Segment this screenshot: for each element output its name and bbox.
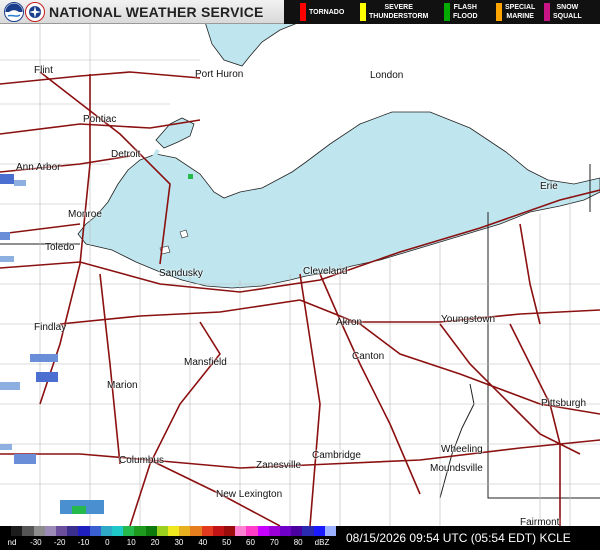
scale-tick-label: -30: [30, 538, 42, 547]
city-label-youngstown: Youngstown: [441, 314, 496, 325]
legend-item-flash-flood: FLASH FLOOD: [440, 0, 492, 24]
scale-swatch: [257, 526, 269, 536]
scale-swatch: [168, 526, 180, 536]
legend-label: TORNADO: [309, 9, 345, 16]
city-label-moundsville: Moundsville: [430, 463, 483, 474]
legend-label: FLASH FLOOD: [453, 4, 478, 20]
scale-tick-label: dBZ: [314, 538, 330, 547]
scale-swatch: [190, 526, 202, 536]
city-label-mansfield: Mansfield: [184, 357, 227, 368]
scale-tick-label: -20: [53, 538, 66, 547]
city-label-cambridge: Cambridge: [312, 450, 361, 461]
city-label-columbus: Columbus: [119, 455, 165, 466]
scale-tick-label: nd: [7, 538, 17, 547]
scale-tick-label: -10: [77, 538, 90, 547]
scale-tick-label: 70: [269, 538, 279, 547]
city-label-pontiac: Pontiac: [83, 114, 117, 125]
scale-swatch: [201, 526, 213, 536]
scale-swatch: [123, 526, 135, 536]
noaa-logo-icon: [4, 2, 24, 22]
city-label-detroit: Detroit: [111, 149, 141, 160]
scale-swatch: [44, 526, 57, 536]
reflectivity-color-bar: [0, 526, 337, 536]
city-label-cleveland: Cleveland: [303, 266, 348, 277]
scale-swatch: [224, 526, 236, 536]
scale-swatch: [11, 526, 23, 536]
scale-swatch: [112, 526, 124, 536]
legend-label: SNOW SQUALL: [553, 4, 582, 20]
nws-logo-icon: [25, 2, 45, 22]
scale-tick-label: 0: [105, 538, 110, 547]
scale-swatch: [0, 526, 12, 536]
city-label-sandusky: Sandusky: [159, 268, 203, 279]
scale-swatch: [212, 526, 225, 536]
city-label-ann-arbor: Ann Arbor: [16, 162, 61, 173]
scale-swatch: [67, 526, 79, 536]
scale-swatch: [56, 526, 68, 536]
scale-tick-label: 80: [293, 538, 303, 547]
scale-swatch: [179, 526, 191, 536]
agency-name: NATIONAL WEATHER SERVICE: [49, 4, 264, 20]
city-label-fairmont: Fairmont: [520, 517, 560, 526]
scale-tick-label: 40: [198, 538, 208, 547]
scale-tick-label: 20: [150, 538, 160, 547]
city-label-flint: Flint: [34, 65, 53, 76]
scale-swatch: [33, 526, 45, 536]
city-label-new-lexington: New Lexington: [216, 489, 283, 500]
scale-swatch: [280, 526, 292, 536]
scale-swatch: [134, 526, 146, 536]
radar-map[interactable]: Flint Port Huron London Pontiac Detroit …: [0, 24, 600, 526]
scale-swatch: [246, 526, 258, 536]
scale-swatch: [78, 526, 90, 536]
legend-swatch: [444, 3, 450, 21]
city-label-findlay: Findlay: [34, 322, 67, 333]
scale-swatch: [268, 526, 281, 536]
warning-legend: TORNADO SEVERE THUNDERSTORM FLASH FLOOD SPECI…: [284, 0, 600, 24]
scale-swatch: [235, 526, 247, 536]
scale-swatch: [156, 526, 169, 536]
scale-swatch: [89, 526, 101, 536]
scale-tick-label: 10: [126, 538, 136, 547]
scale-swatch: [302, 526, 314, 536]
city-label-zanesville: Zanesville: [256, 460, 302, 471]
city-label-pittsburgh: Pittsburgh: [541, 398, 587, 409]
city-label-london: London: [370, 70, 404, 81]
legend-label: SEVERE THUNDERSTORM: [369, 4, 429, 20]
legend-swatch: [544, 3, 550, 21]
scale-swatch: [22, 526, 34, 536]
scale-swatch: [313, 526, 325, 536]
scan-timestamp: 08/15/2026 09:54 UTC (05:54 EDT) KCLE: [346, 531, 571, 545]
agency-banner[interactable]: NATIONAL WEATHER SERVICE: [0, 0, 284, 24]
city-label-canton: Canton: [352, 351, 385, 362]
header-bar: NATIONAL WEATHER SERVICE TORNADO SEVERE TH…: [0, 0, 600, 24]
footer-bar: nd -30 -20 -10 0 10 20 30 40 50 60 70 80 dBZ 08/15/20…: [0, 526, 600, 550]
legend-item-tornado: TORNADO: [296, 0, 356, 24]
reflectivity-scale-labels: nd -30 -20 -10 0 10 20 30 40 50 60 70 80 dBZ: [0, 538, 336, 550]
legend-label: SPECIAL MARINE: [505, 4, 536, 20]
city-label-port-huron: Port Huron: [195, 69, 244, 80]
city-label-wheeling: Wheeling: [441, 444, 483, 455]
scale-tick-label: 50: [222, 538, 232, 547]
city-label-toledo: Toledo: [45, 242, 75, 253]
legend-item-snow-squall: SNOW SQUALL: [540, 0, 596, 24]
reflectivity-scale: nd -30 -20 -10 0 10 20 30 40 50 60 70 80 dBZ: [0, 526, 337, 550]
legend-swatch: [300, 3, 306, 21]
city-label-monroe: Monroe: [68, 209, 102, 220]
map-canvas[interactable]: [0, 24, 600, 526]
scale-swatch: [324, 526, 337, 536]
legend-item-severe-thunderstorm: SEVERE THUNDERSTORM: [356, 0, 440, 24]
legend-swatch: [360, 3, 366, 21]
city-label-erie: Erie: [540, 181, 558, 192]
legend-item-special-marine: SPECIAL MARINE: [492, 0, 540, 24]
scale-swatch: [291, 526, 303, 536]
city-label-akron: Akron: [336, 317, 363, 328]
scale-tick-label: 60: [246, 538, 255, 547]
scale-swatch: [145, 526, 157, 536]
city-label-marion: Marion: [107, 380, 138, 391]
legend-swatch: [496, 3, 502, 21]
scale-swatch: [100, 526, 113, 536]
scale-tick-label: 30: [174, 538, 184, 547]
